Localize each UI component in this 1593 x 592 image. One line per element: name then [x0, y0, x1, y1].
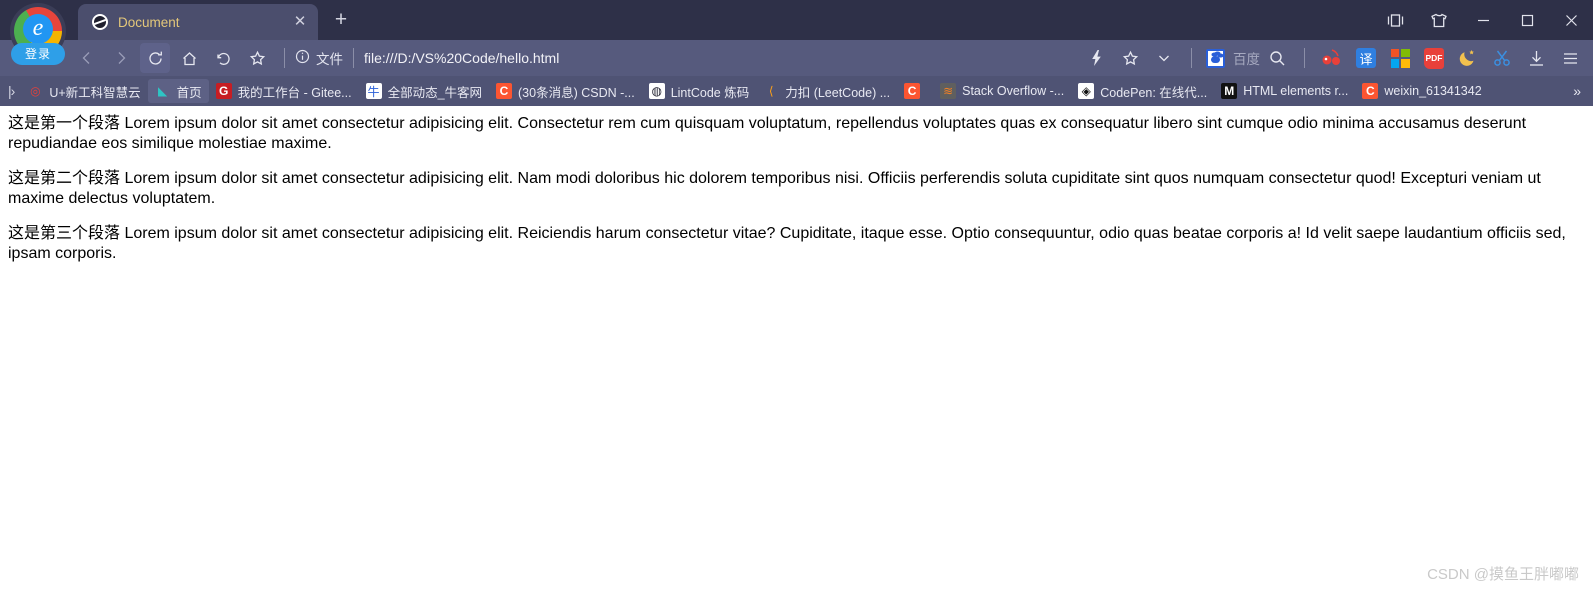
bookmark-label: (30条消息) CSDN -... — [518, 85, 635, 100]
mdn-icon: M — [1221, 83, 1238, 99]
csdn-icon-2: C — [904, 83, 921, 99]
bookmark-item[interactable]: ◎ U+新工科智慧云 — [20, 79, 147, 103]
close-icon[interactable] — [1549, 0, 1593, 40]
baidu-paw-icon — [1206, 48, 1225, 68]
nowcoder-icon: 牛 — [365, 83, 382, 99]
window-controls — [1373, 0, 1593, 40]
bookmark-label: 首页 — [176, 85, 202, 100]
minimize-icon[interactable] — [1461, 0, 1505, 40]
codepen-icon: ◈ — [1078, 83, 1095, 99]
profile-avatar[interactable]: 登录 — [8, 1, 68, 73]
bookmark-item[interactable]: ≋ Stack Overflow -... — [933, 79, 1071, 103]
search-icon[interactable] — [1262, 43, 1292, 73]
paragraph-1: 这是第一个段落 Lorem ipsum dolor sit amet conse… — [8, 115, 1527, 152]
bookmark-label: 全部动态_牛客网 — [387, 85, 483, 100]
bookmark-label: CodePen: 在线代... — [1100, 85, 1208, 100]
search-engine-label: 百度 — [1233, 52, 1260, 67]
omnibox-divider — [353, 48, 354, 68]
toolbar-right-group: 译 PDF — [1260, 43, 1593, 73]
bookmark-label: 我的工作台 - Gitee... — [237, 85, 352, 100]
uplus-icon: ◎ — [30, 84, 41, 98]
translate-glyph: 译 — [1356, 48, 1376, 68]
csdn-icon-3: C — [1362, 83, 1379, 99]
close-icon[interactable]: ✕ — [290, 12, 310, 32]
bookmark-label: weixin_61341342 — [1384, 84, 1482, 98]
bookmarks-overflow-icon[interactable]: » — [1573, 83, 1589, 99]
info-icon — [295, 49, 310, 67]
ms-squares — [1390, 48, 1410, 68]
maximize-icon[interactable] — [1505, 0, 1549, 40]
new-tab-button[interactable]: + — [326, 6, 356, 36]
gitee-icon: G — [215, 83, 232, 99]
toolbar-divider-3 — [1304, 48, 1305, 68]
site-info-group[interactable]: 文件 — [295, 48, 343, 68]
watermark: CSDN @摸鱼王胖嘟嘟 — [1427, 566, 1579, 583]
chevron-down-icon[interactable] — [1149, 43, 1179, 73]
forward-icon[interactable] — [106, 43, 136, 73]
toolbar-divider — [284, 48, 285, 68]
translate-extension-icon[interactable]: 译 — [1352, 44, 1380, 72]
browser-toolbar: 文件 file:///D:/VS%20Code/hello.html 百度 译 — [0, 40, 1593, 76]
bookmark-label: HTML elements r... — [1243, 84, 1349, 98]
bookmarks-panel-icon[interactable]: |› — [4, 83, 20, 99]
scheme-label: 文件 — [316, 52, 343, 67]
address-bar[interactable]: 文件 file:///D:/VS%20Code/hello.html — [295, 43, 1079, 73]
dark-mode-moon-icon[interactable] — [1454, 44, 1482, 72]
bookmark-item[interactable]: C (30条消息) CSDN -... — [489, 79, 642, 103]
bookmark-item[interactable]: 牛 全部动态_牛客网 — [359, 79, 489, 103]
bookmarks-bar: |› ◎ U+新工科智慧云 ◣ 首页 G 我的工作台 - Gitee... 牛 … — [0, 76, 1593, 106]
collections-shirt-icon[interactable] — [1417, 0, 1461, 40]
paragraph-3: 这是第三个段落 Lorem ipsum dolor sit amet conse… — [8, 225, 1566, 262]
browser-tab[interactable]: Document ✕ — [78, 4, 318, 40]
menu-icon[interactable] — [1556, 44, 1584, 72]
bookmark-label: LintCode 炼码 — [670, 85, 750, 100]
cherry-extension-icon[interactable] — [1318, 44, 1346, 72]
home-leaf-icon: ◣ — [158, 84, 168, 98]
scissors-capture-icon[interactable] — [1488, 44, 1516, 72]
bookmark-item[interactable]: G 我的工作台 - Gitee... — [209, 79, 359, 103]
lightning-icon[interactable] — [1081, 43, 1111, 73]
bookmark-item[interactable]: ◣ 首页 — [147, 79, 209, 103]
home-icon[interactable] — [174, 43, 204, 73]
search-engine-chip[interactable]: 百度 — [1206, 48, 1260, 68]
undo-history-icon[interactable] — [208, 43, 238, 73]
lintcode-icon: ◍ — [648, 83, 665, 99]
tab-strip: 登录 Document ✕ + — [0, 0, 1593, 65]
reload-icon[interactable] — [140, 43, 170, 73]
pdf-extension-icon[interactable]: PDF — [1420, 44, 1448, 72]
url-text[interactable]: file:///D:/VS%20Code/hello.html — [364, 50, 559, 66]
page-content: 这是第一个段落 Lorem ipsum dolor sit amet conse… — [0, 106, 1593, 592]
stackoverflow-icon: ≋ — [940, 83, 957, 99]
bookmark-label: U+新工科智慧云 — [49, 85, 141, 100]
bookmark-item[interactable]: ⟨ 力扣 (LeetCode) ... — [756, 79, 897, 103]
downloads-icon[interactable] — [1522, 44, 1550, 72]
pdf-glyph: PDF — [1424, 47, 1444, 69]
bookmark-item[interactable]: C — [897, 79, 933, 103]
toolbar-divider-2 — [1191, 48, 1192, 68]
bookmark-label: Stack Overflow -... — [962, 84, 1065, 98]
tab-title: Document — [118, 14, 180, 30]
bookmark-item[interactable]: ◍ LintCode 炼码 — [642, 79, 757, 103]
favorites-star-icon[interactable] — [242, 43, 272, 73]
back-icon[interactable] — [72, 43, 102, 73]
microsoft-apps-icon[interactable] — [1386, 44, 1414, 72]
bookmark-star-icon[interactable] — [1115, 43, 1145, 73]
bookmark-item[interactable]: M HTML elements r... — [1214, 79, 1355, 103]
bookmark-item[interactable]: ◈ CodePen: 在线代... — [1071, 79, 1214, 103]
bookmark-label: 力扣 (LeetCode) ... — [785, 85, 891, 100]
login-button[interactable]: 登录 — [11, 43, 65, 65]
split-screen-icon[interactable] — [1373, 0, 1417, 40]
bookmark-item[interactable]: C weixin_61341342 — [1355, 79, 1488, 103]
paragraph-2: 这是第二个段落 Lorem ipsum dolor sit amet conse… — [8, 170, 1541, 207]
globe-icon — [92, 14, 108, 30]
leetcode-icon: ⟨ — [768, 84, 774, 98]
csdn-icon: C — [496, 83, 513, 99]
